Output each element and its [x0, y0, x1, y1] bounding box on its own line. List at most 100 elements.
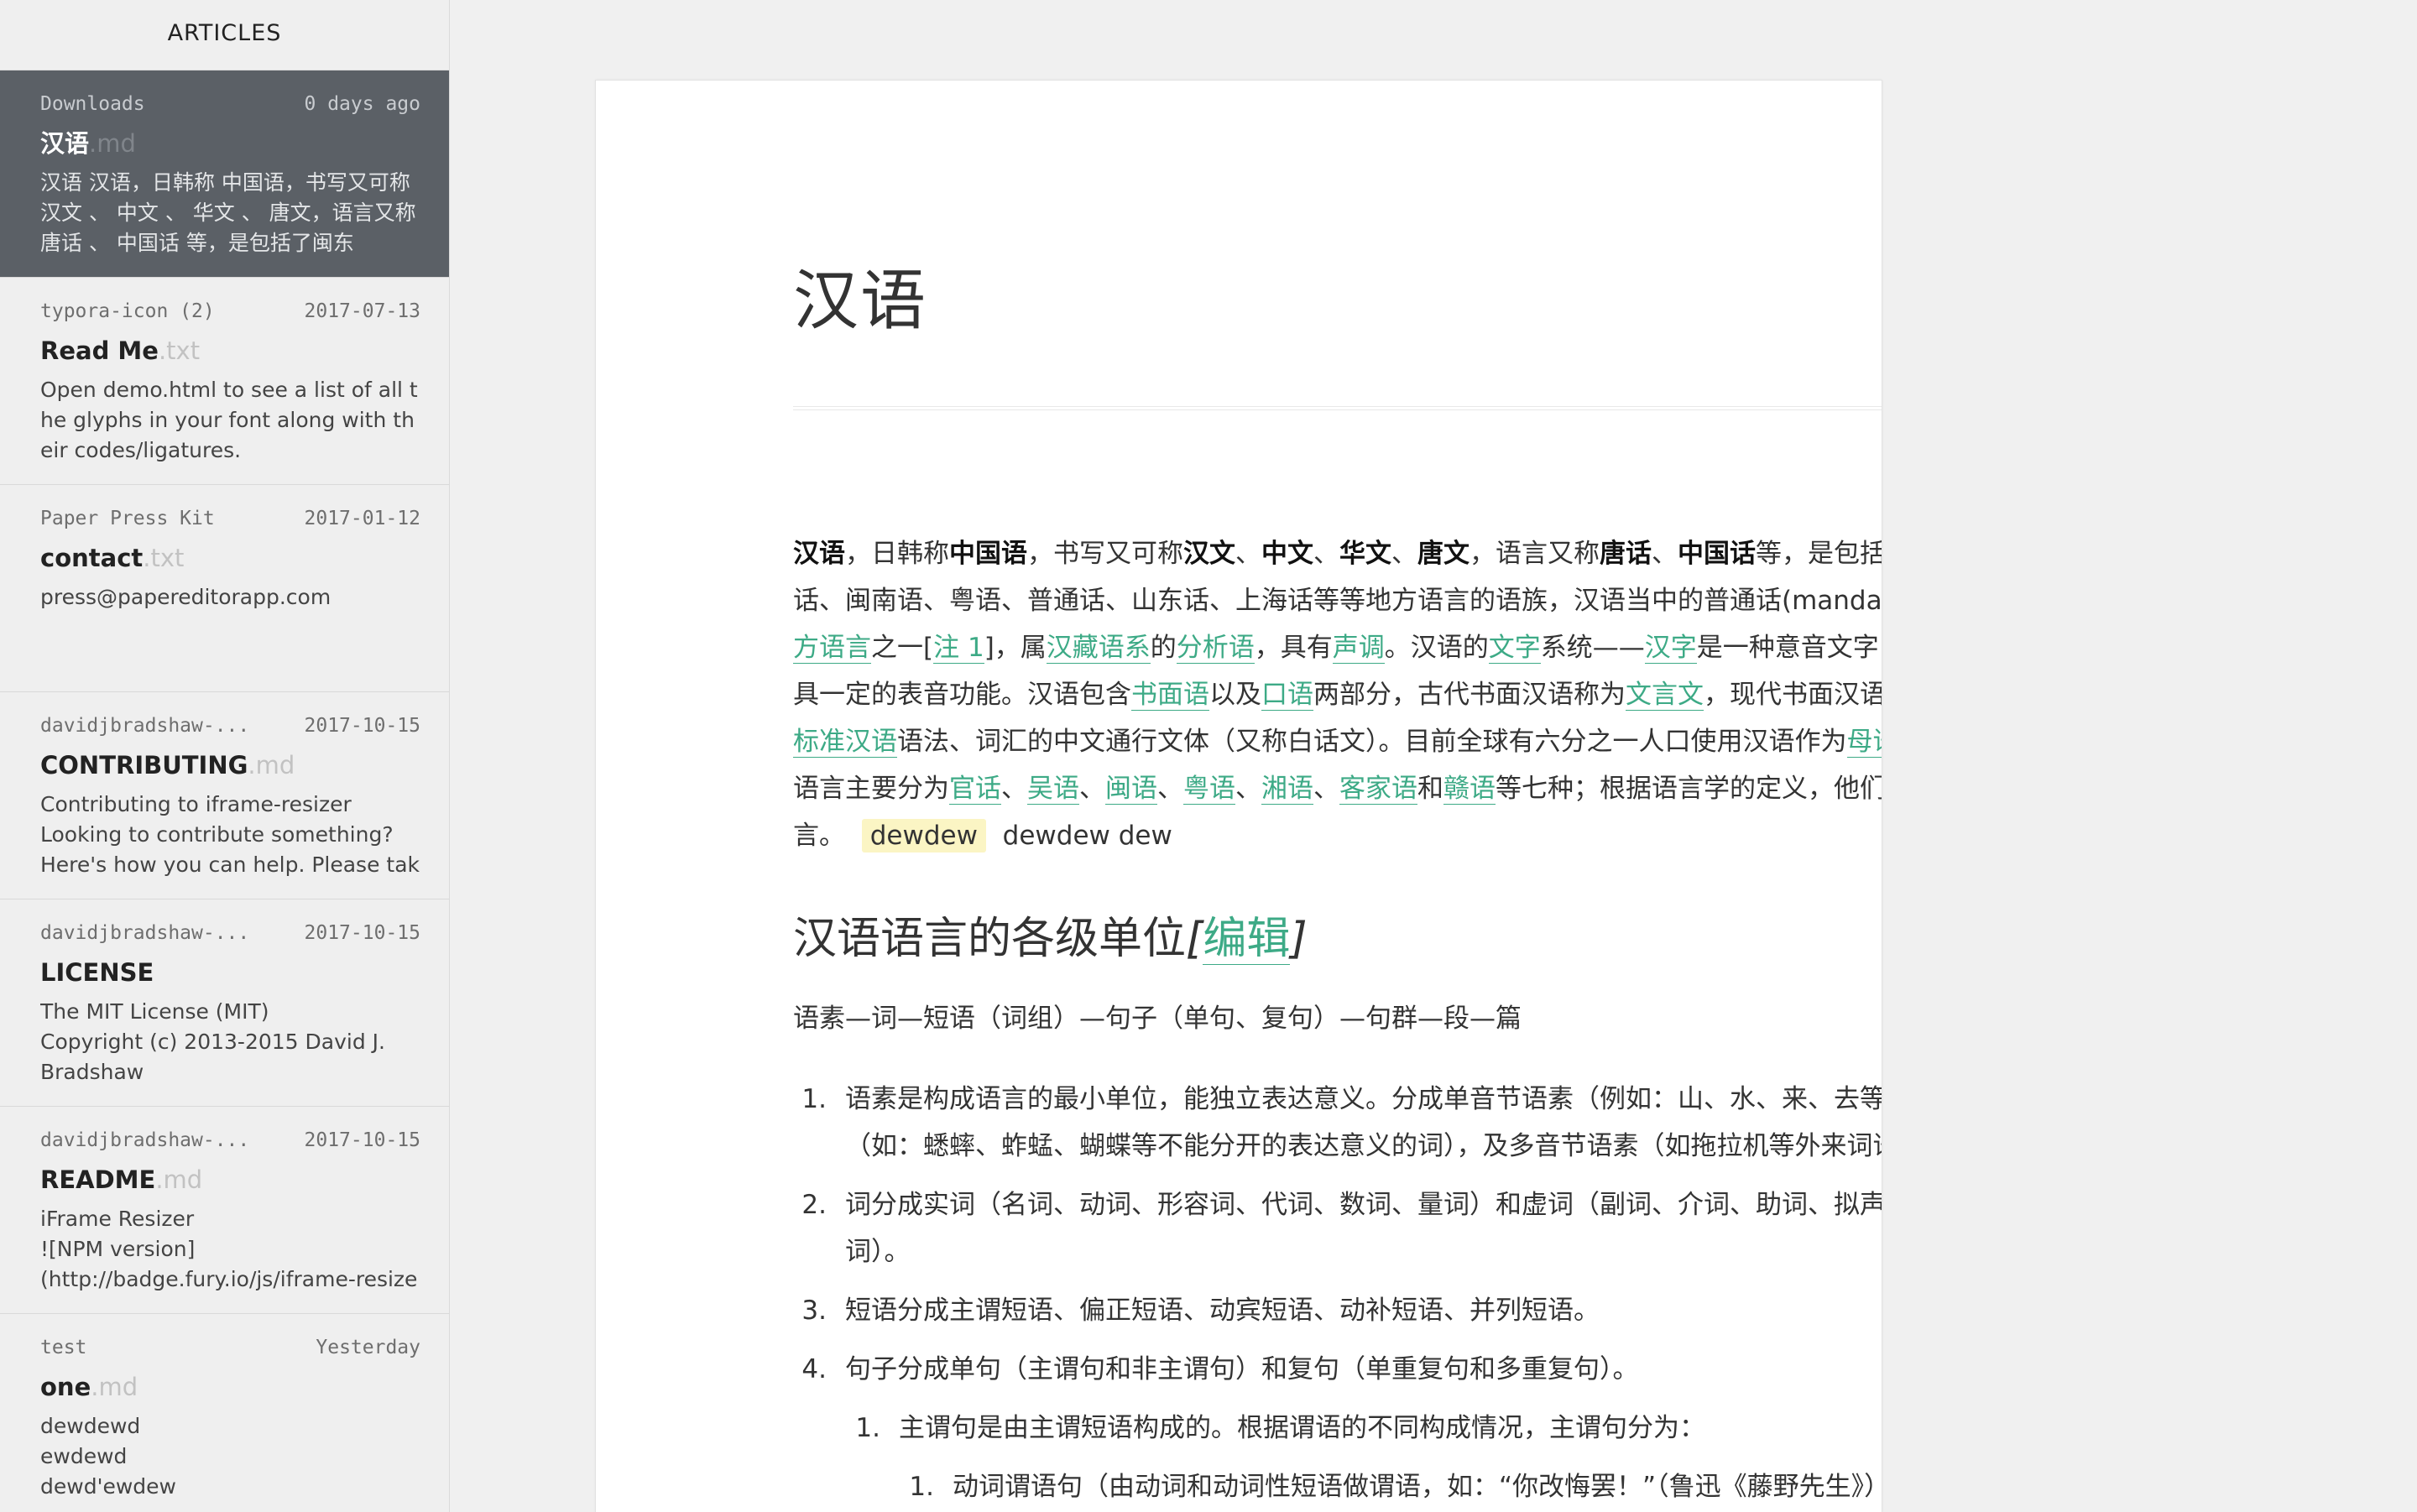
text-segment: 、	[1001, 774, 1027, 804]
article-folder: Downloads	[40, 93, 145, 115]
list-item-text: 主谓句是由主谓短语构成的。根据谓语的不同构成情况，主谓句分为：	[899, 1413, 1705, 1443]
list-item: 4. 句子分成单句（主谓句和非主谓句）和复句（单重复句和多重复句）。	[793, 1346, 1882, 1393]
article-item-license[interactable]: davidjbradshaw-... 2017-10-15 LICENSE The…	[0, 899, 449, 1107]
list-item-text: 句子分成单句（主谓句和非主谓句）和复句（单重复句和多重复句）。	[845, 1354, 1639, 1384]
article-title: 汉语	[40, 129, 90, 158]
text-segment: 、	[1235, 539, 1261, 569]
article-folder: Paper Press Kit	[40, 508, 215, 529]
link-xiang[interactable]: 湘语	[1261, 774, 1313, 805]
bold-term: 汉语	[793, 539, 845, 569]
article-date: 2017-10-15	[304, 922, 420, 944]
link-tone[interactable]: 声调	[1332, 633, 1385, 664]
text-segment: 、	[1391, 539, 1417, 569]
list-item: 1. 语素是构成语言的最小单位，能独立表达意义。分成单音节语素（例如：山、水、来、…	[793, 1076, 1882, 1170]
text-segment: 、	[1313, 774, 1339, 804]
sidebar-header: ARTICLES	[0, 0, 449, 70]
article-excerpt: dewdewd ewdewd dewd'ewdew	[40, 1414, 176, 1499]
article-date: Yesterday	[316, 1337, 420, 1358]
list-number: 1.	[855, 1413, 880, 1443]
bold-term: 华文	[1339, 539, 1391, 569]
article-item-readme[interactable]: davidjbradshaw-... 2017-10-15 README.md i…	[0, 1107, 449, 1314]
section-heading: 汉语语言的各级单位[编辑]	[793, 903, 1308, 966]
article-excerpt: Contributing to iframe-resizer Looking t…	[40, 792, 420, 877]
list-item-text: 词分成实词（名词、动词、形容词、代词、数词、量词）和虚词（副词、介词、助词、拟声…	[845, 1190, 1882, 1267]
link-hakka[interactable]: 客家语	[1339, 774, 1417, 805]
article-item-contact[interactable]: Paper Press Kit 2017-01-12 contact.txt pr…	[0, 485, 449, 692]
section-heading-text: 汉语语言的各级单位	[793, 914, 1187, 964]
edit-bracket-close: ]	[1290, 914, 1308, 964]
article-title: LICENSE	[40, 958, 154, 987]
link-hanzi[interactable]: 汉字	[1644, 633, 1697, 664]
link-spoken-language[interactable]: 口语	[1261, 680, 1313, 711]
text-segment: dewdew dew	[1002, 821, 1172, 851]
document-title: 汉语	[793, 263, 928, 339]
article-date: 2017-01-12	[304, 508, 420, 529]
article-extension: .txt	[158, 336, 201, 365]
article-item-contributing[interactable]: davidjbradshaw-... 2017-10-15 CONTRIBUTIN…	[0, 692, 449, 899]
link-gan[interactable]: 赣语	[1443, 774, 1496, 805]
units-paragraph: 语素—词—短语（词组）—句子（单句、复句）—句群—段—篇	[793, 1004, 1522, 1034]
article-item-hanyu[interactable]: Downloads 0 days ago 汉语.md 汉语 汉语，日韩称 中国语，…	[0, 70, 449, 278]
text-segment: ]，属	[984, 633, 1047, 663]
article-title: contact	[40, 544, 144, 572]
document-page[interactable]: 汉语 汉语，日韩称中国语，书写又可称汉文、中文、华文、唐文，语言又称唐话、中国话…	[595, 80, 1882, 1512]
article-title: CONTRIBUTING	[40, 751, 248, 779]
link-analytic-language[interactable]: 分析语	[1176, 633, 1255, 664]
list-number: 2.	[801, 1190, 827, 1220]
text-segment: 以及	[1209, 680, 1261, 710]
link-written-language[interactable]: 书面语	[1131, 680, 1209, 711]
link-classical-chinese[interactable]: 文言文	[1626, 680, 1704, 711]
text-segment: 。汉语的	[1384, 633, 1489, 663]
article-date: 2017-07-13	[304, 300, 420, 322]
bold-term: 汉文	[1183, 539, 1235, 569]
article-folder: typora-icon (2)	[40, 300, 215, 322]
text-segment: 、	[1079, 774, 1105, 804]
article-excerpt: Open demo.html to see a list of all the …	[40, 378, 418, 462]
link-mother-tongue[interactable]: 母语	[1846, 727, 1882, 758]
list-number: 1.	[909, 1472, 934, 1502]
text-segment: 和	[1417, 774, 1443, 804]
article-extension: .md	[89, 129, 136, 158]
article-excerpt: press@papereditorapp.com	[40, 585, 331, 609]
list-number: 3.	[801, 1296, 827, 1326]
article-extension: .txt	[143, 544, 185, 572]
list-number: 4.	[801, 1354, 827, 1384]
text-segment: ，日韩称	[845, 539, 949, 569]
text-segment: 语法、词汇的中文通行文体（又称白话文）。目前全球有六分之一人口使用汉语作为	[897, 727, 1847, 757]
text-segment: 、	[1652, 539, 1678, 569]
article-date: 2017-10-15	[304, 715, 420, 737]
article-folder: davidjbradshaw-...	[40, 922, 250, 944]
articles-sidebar: ARTICLES Downloads 0 days ago 汉语.md 汉语 汉语…	[0, 0, 450, 1512]
link-footnote-1[interactable]: 注 1	[933, 633, 984, 664]
title-divider	[793, 406, 1882, 410]
article-excerpt: iFrame Resizer ![NPM version] (http://ba…	[40, 1207, 418, 1291]
article-folder: davidjbradshaw-...	[40, 1129, 250, 1151]
link-mandarin[interactable]: 官话	[949, 774, 1001, 805]
article-item-read-me[interactable]: typora-icon (2) 2017-07-13 Read Me.txt Op…	[0, 278, 449, 485]
text-segment: ，语言又称	[1470, 539, 1600, 569]
list-number: 1.	[801, 1084, 827, 1114]
article-excerpt: 汉语 汉语，日韩称 中国语，书写又可称 汉文 、 中文 、 华文 、 唐文，语言…	[40, 170, 416, 255]
highlighted-text: dewdew	[861, 819, 986, 852]
text-segment: 、	[1157, 774, 1183, 804]
text-segment: 、	[1235, 774, 1261, 804]
link-yue[interactable]: 粤语	[1183, 774, 1235, 805]
link-writing[interactable]: 文字	[1488, 633, 1541, 664]
article-title: README	[40, 1165, 156, 1194]
editor-area: 汉语 汉语，日韩称中国语，书写又可称汉文、中文、华文、唐文，语言又称唐话、中国话…	[450, 0, 2417, 1512]
bold-term: 唐文	[1417, 539, 1470, 569]
article-item-one[interactable]: test Yesterday one.md dewdewd ewdewd dewd…	[0, 1314, 449, 1512]
article-date: 2017-10-15	[304, 1129, 420, 1151]
article-excerpt: The MIT License (MIT) Copyright (c) 2013…	[40, 999, 385, 1084]
bold-term: 唐话	[1600, 539, 1652, 569]
nested-list-item: 1. 动词谓语句（由动词和动词性短语做谓语，如：“你改悔罢！”（鲁迅《藤野先生》）…	[793, 1463, 1882, 1512]
text-segment: 之一[	[871, 633, 934, 663]
link-min[interactable]: 闽语	[1105, 774, 1157, 805]
link-sino-tibetan[interactable]: 汉藏语系	[1046, 633, 1151, 664]
edit-link[interactable]: 编辑	[1203, 914, 1291, 965]
text-segment: 两部分，古代书面汉语称为	[1313, 680, 1626, 710]
text-segment: ，具有	[1254, 633, 1333, 663]
text-segment: 系统——	[1540, 633, 1645, 663]
link-wu[interactable]: 吴语	[1027, 774, 1079, 805]
bold-term: 中国话	[1678, 539, 1756, 569]
